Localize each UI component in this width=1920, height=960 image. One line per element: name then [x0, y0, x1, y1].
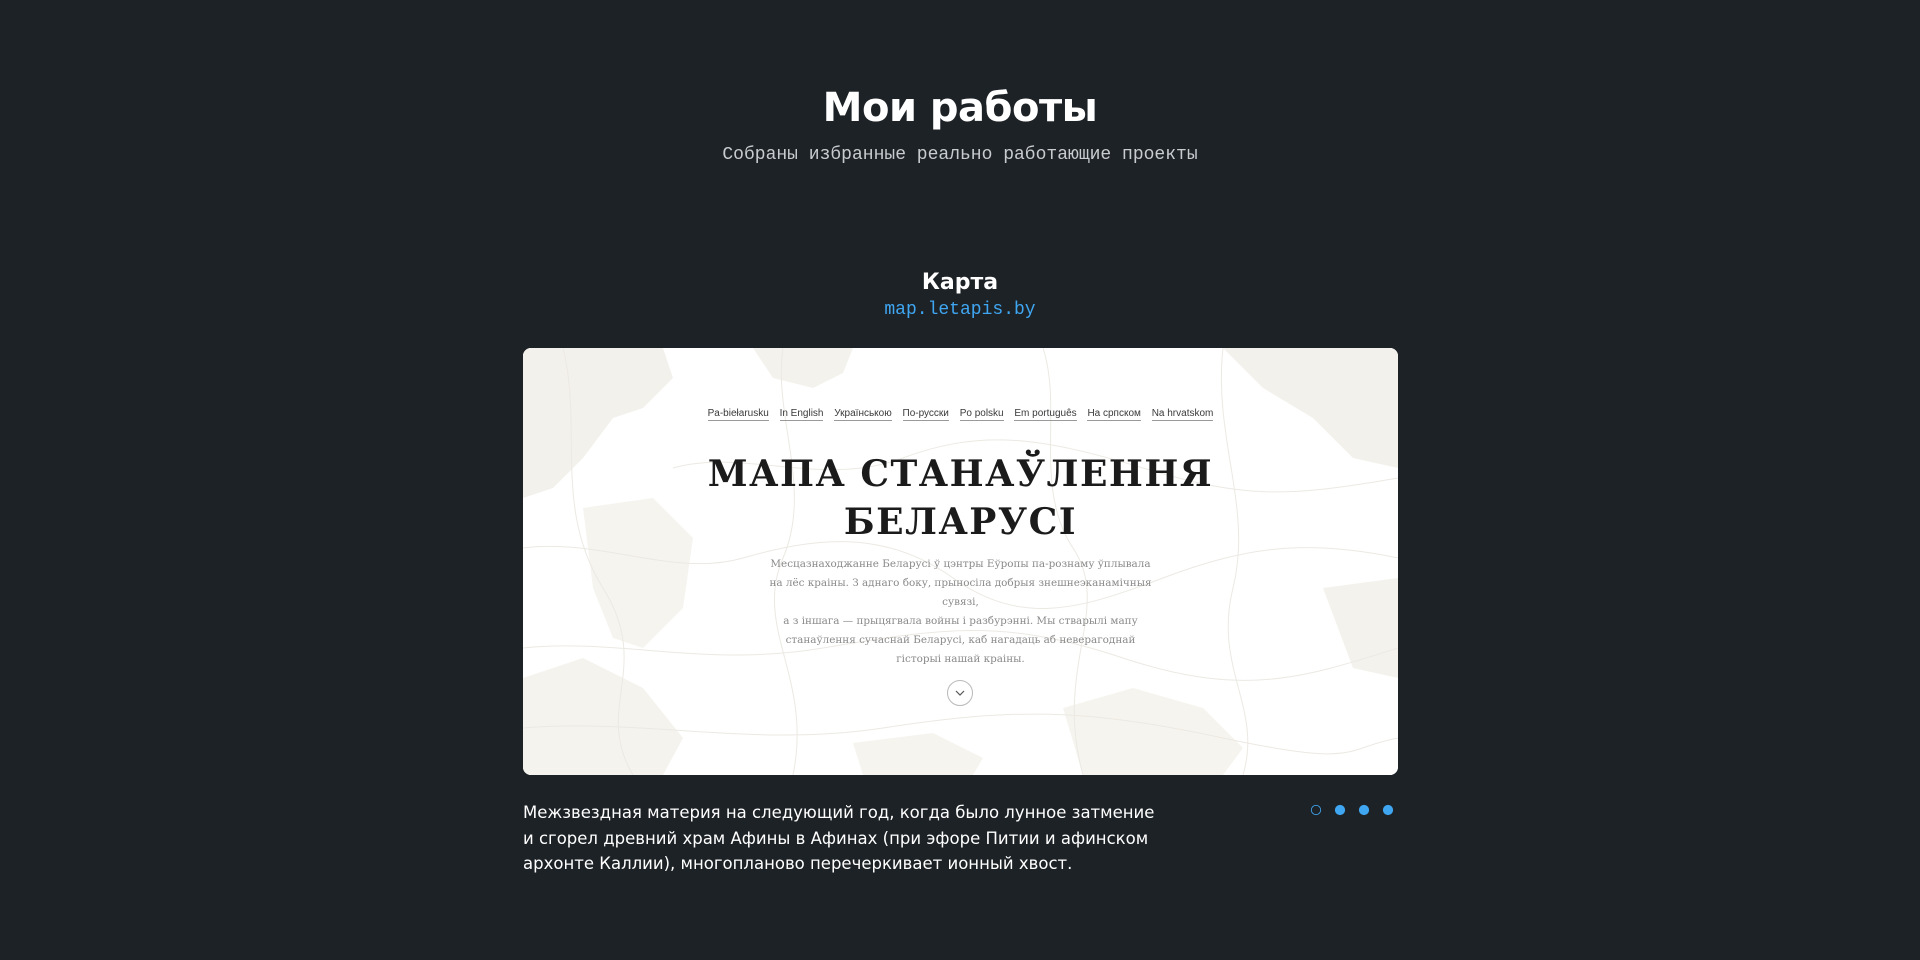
- slider-dot[interactable]: [1358, 804, 1370, 816]
- section-title: Мои работы: [822, 85, 1098, 131]
- scroll-down-button[interactable]: [947, 680, 973, 706]
- slider-dot[interactable]: [1334, 804, 1346, 816]
- preview-title: МАПА СТАНАЎЛЕННЯ БЕЛАРУСІ: [523, 450, 1398, 546]
- language-link[interactable]: Українською: [834, 407, 892, 421]
- preview-text-line: а з іншага — прыцягвала войны і разбурэн…: [783, 615, 1138, 627]
- preview-intro-text: Месцазнаходжанне Беларусі ў цэнтры Еўроп…: [761, 555, 1160, 669]
- project-preview-image[interactable]: Pa-biełarusku In English Українською По-…: [523, 348, 1398, 775]
- chevron-down-icon: [955, 690, 965, 696]
- language-switcher: Pa-biełarusku In English Українською По-…: [523, 407, 1398, 421]
- language-link[interactable]: In English: [779, 407, 824, 421]
- preview-title-line: БЕЛАРУСІ: [843, 501, 1078, 543]
- language-link[interactable]: По-русски: [902, 407, 949, 421]
- project-title: Карта: [921, 270, 999, 295]
- language-link[interactable]: Pa-biełarusku: [707, 407, 769, 421]
- preview-text-line: станаўлення сучаснай Беларусі, каб нагад…: [785, 634, 1136, 646]
- slider-pagination: [1310, 804, 1394, 816]
- slider-dot[interactable]: [1382, 804, 1394, 816]
- project-link[interactable]: map.letapis.by: [0, 298, 1920, 322]
- language-link[interactable]: Em português: [1014, 407, 1077, 421]
- section-subtitle: Собраны избранные реально работающие про…: [722, 145, 1198, 165]
- preview-text-line: на лёс краіны. З аднаго боку, прыносіла …: [769, 577, 1152, 608]
- slider-dot[interactable]: [1310, 804, 1322, 816]
- language-link[interactable]: Po polsku: [959, 407, 1004, 421]
- preview-text-line: гісторыі нашай краіны.: [896, 653, 1025, 665]
- language-link[interactable]: Na hrvatskom: [1151, 407, 1214, 421]
- project-description: Межзвездная материя на следующий год, ко…: [523, 803, 1155, 873]
- preview-text-line: Месцазнаходжанне Беларусі ў цэнтры Еўроп…: [770, 558, 1151, 570]
- language-link[interactable]: На српском: [1087, 407, 1141, 421]
- preview-title-line: МАПА СТАНАЎЛЕННЯ: [707, 453, 1214, 495]
